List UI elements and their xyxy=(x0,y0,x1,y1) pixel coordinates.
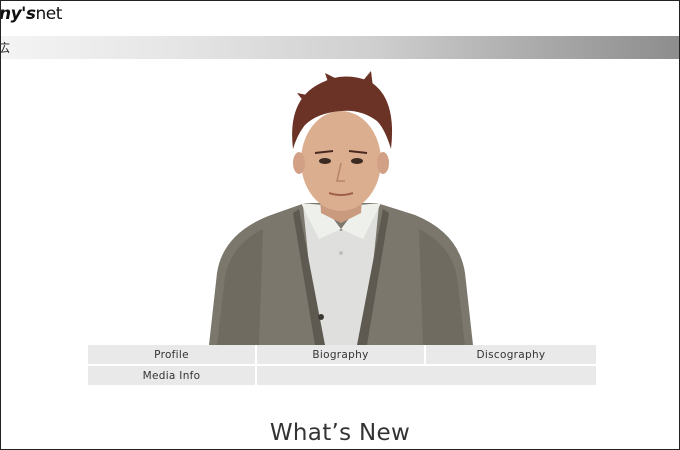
site-logo[interactable]: ny'snet xyxy=(0,4,63,24)
logo-net-text: net xyxy=(35,4,63,24)
logo-brand-text: ny's xyxy=(0,4,36,24)
artist-name: 広 xyxy=(1,39,10,56)
menu-media-info[interactable]: Media Info xyxy=(88,366,255,385)
menu-profile[interactable]: Profile xyxy=(88,345,255,364)
menu-empty-cell xyxy=(257,366,596,385)
artist-menu: Profile Biography Discography Media Info xyxy=(88,345,596,385)
page-frame: ny'snet 広 xyxy=(0,0,680,450)
artist-name-bar: 広 xyxy=(1,36,679,59)
menu-biography[interactable]: Biography xyxy=(257,345,424,364)
artist-photo xyxy=(209,71,473,345)
top-header: ny'snet xyxy=(1,1,679,34)
menu-discography[interactable]: Discography xyxy=(426,345,596,364)
whats-new-heading: What’s New xyxy=(269,420,411,446)
